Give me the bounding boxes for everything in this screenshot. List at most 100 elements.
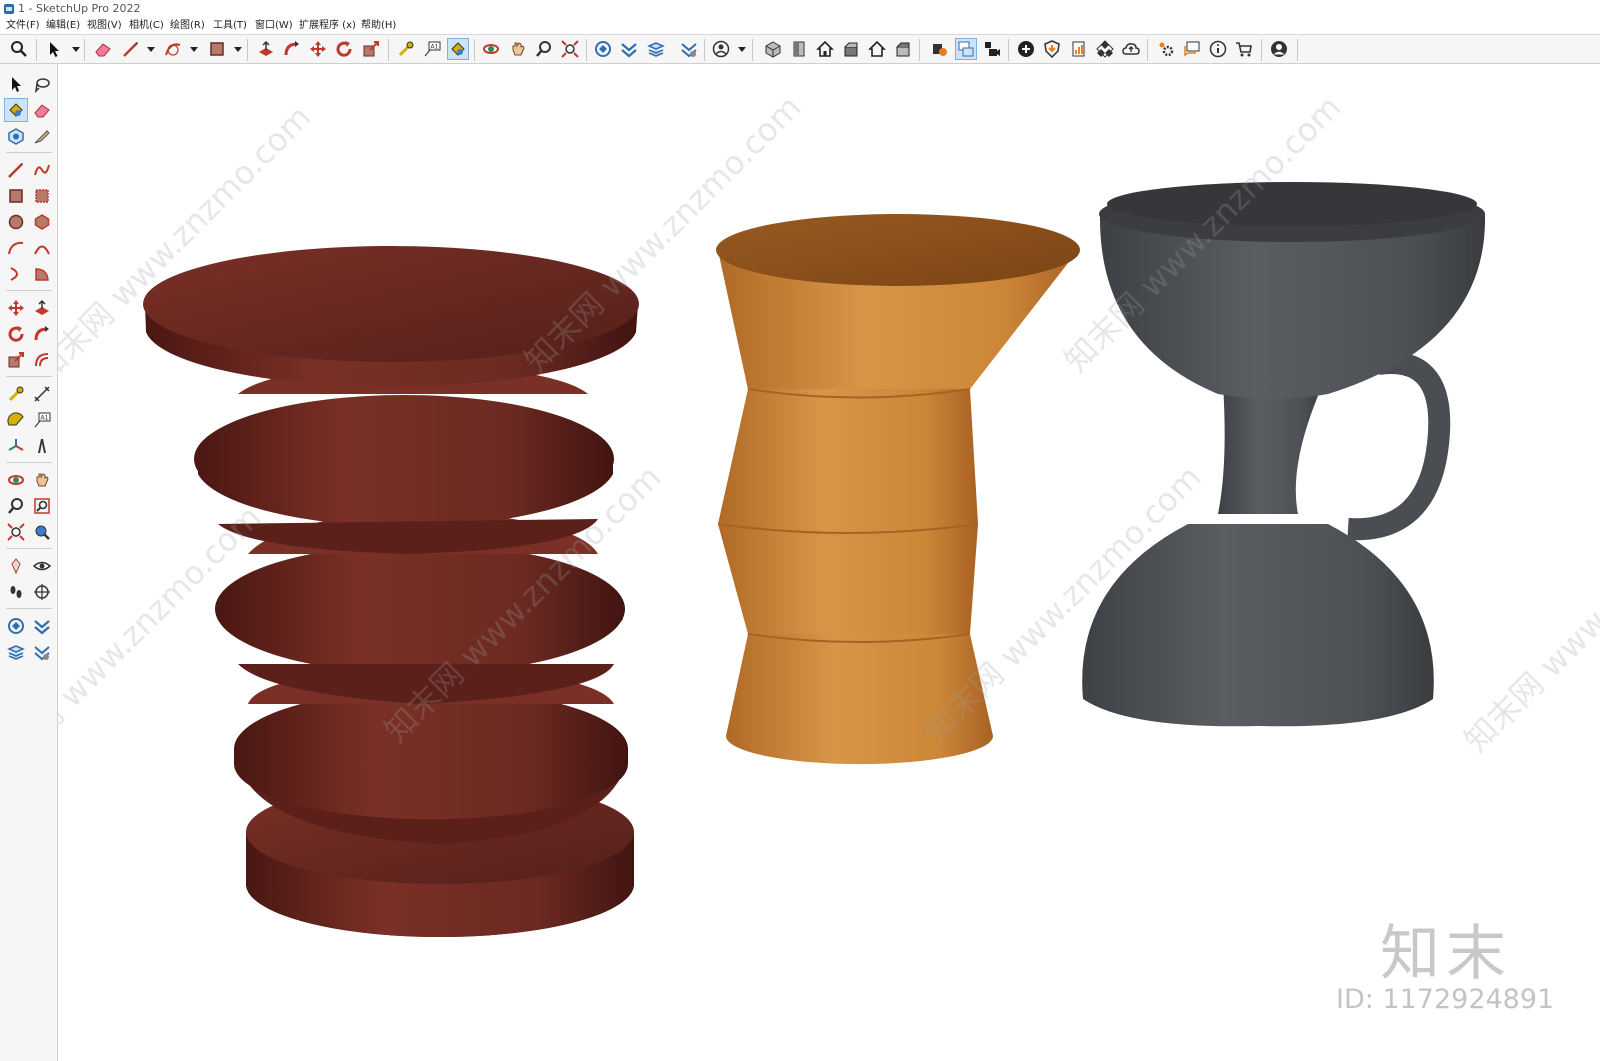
menu-window[interactable]: 窗口(W)	[255, 18, 293, 34]
scale-tool-button[interactable]	[4, 348, 28, 372]
axes-tool-button[interactable]	[4, 434, 28, 458]
protractor-tool-button[interactable]	[4, 408, 28, 432]
text-tool-button[interactable]: A1	[30, 408, 54, 432]
user-button[interactable]	[710, 38, 732, 60]
rectangle-button[interactable]	[206, 38, 228, 60]
pan-tool-button[interactable]	[30, 468, 54, 492]
rotate-button[interactable]	[333, 38, 355, 60]
chevron-down-icon[interactable]	[72, 47, 80, 52]
right-view-button[interactable]	[840, 38, 862, 60]
menu-help[interactable]: 帮助(H)	[361, 18, 396, 34]
iso-view-button[interactable]	[762, 38, 784, 60]
left-view-button[interactable]	[892, 38, 914, 60]
tape-measure-button[interactable]	[395, 38, 417, 60]
eraser-tool-button[interactable]	[30, 98, 54, 122]
line-tool-button[interactable]	[4, 158, 28, 182]
walk-tool-button[interactable]	[4, 580, 28, 604]
shield-button[interactable]	[1041, 38, 1063, 60]
warehouse-tool-button[interactable]	[4, 614, 28, 638]
circle-tool-button[interactable]	[4, 210, 28, 234]
zoom-tool-button[interactable]	[4, 494, 28, 518]
arc-button[interactable]	[162, 38, 184, 60]
follow-me-button[interactable]	[281, 38, 303, 60]
previous-view-tool-button[interactable]	[30, 520, 54, 544]
zoom-window-tool-button[interactable]	[30, 494, 54, 518]
cart-button[interactable]	[1233, 38, 1255, 60]
account-button[interactable]	[1268, 38, 1290, 60]
menu-edit[interactable]: 编辑(E)	[46, 18, 80, 34]
tag-tool-button[interactable]	[30, 124, 54, 148]
sandbox-tool-button[interactable]	[30, 640, 54, 664]
chat-button[interactable]	[1181, 38, 1203, 60]
checker-button[interactable]	[1094, 38, 1116, 60]
orbit-tool-button[interactable]	[4, 468, 28, 492]
orange-hourglass-stool[interactable]	[716, 214, 1080, 765]
add-button[interactable]	[1015, 38, 1037, 60]
3d-scene[interactable]: 知末网 www.znzmo.com 知末网 www.znzmo.com 知末网 …	[58, 64, 1600, 1061]
follow-me-tool-button[interactable]	[30, 322, 54, 346]
lasso-tool-button[interactable]	[30, 72, 54, 96]
push-pull-tool-button[interactable]	[30, 296, 54, 320]
paint-bucket-button[interactable]	[447, 38, 469, 60]
zoom-extents-tool-button[interactable]	[4, 520, 28, 544]
section-plane-tool-button[interactable]	[30, 580, 54, 604]
settings-button[interactable]	[1155, 38, 1177, 60]
extension-warehouse-tool-button[interactable]	[30, 614, 54, 638]
section-plane-button[interactable]	[928, 38, 950, 60]
select-tool-button[interactable]	[4, 72, 28, 96]
text-button[interactable]: A1	[421, 38, 443, 60]
rotated-rectangle-tool-button[interactable]	[30, 184, 54, 208]
arc-tool-button[interactable]	[4, 236, 28, 260]
push-pull-button[interactable]	[255, 38, 277, 60]
front-view-button[interactable]	[814, 38, 836, 60]
zoom-button[interactable]	[533, 38, 555, 60]
report-button[interactable]	[1068, 38, 1090, 60]
move-button[interactable]	[307, 38, 329, 60]
search-button[interactable]	[8, 38, 30, 60]
rectangle-tool-button[interactable]	[4, 184, 28, 208]
three-point-arc-tool-button[interactable]	[4, 262, 28, 286]
camera-button[interactable]	[981, 38, 1003, 60]
back-view-button[interactable]	[866, 38, 888, 60]
warehouse-button[interactable]	[592, 38, 614, 60]
sandbox-button[interactable]	[678, 38, 700, 60]
layers-button[interactable]	[645, 38, 667, 60]
menu-file[interactable]: 文件(F)	[6, 18, 40, 34]
three-d-text-tool-button[interactable]	[30, 434, 54, 458]
move-tool-button[interactable]	[4, 296, 28, 320]
line-button[interactable]	[120, 38, 142, 60]
paint-tool-button[interactable]	[4, 98, 28, 122]
component-tool-button[interactable]	[4, 124, 28, 148]
top-view-button[interactable]	[788, 38, 810, 60]
layers-tool-button[interactable]	[4, 640, 28, 664]
polygon-tool-button[interactable]	[30, 210, 54, 234]
eraser-button[interactable]	[92, 38, 114, 60]
menu-extensions[interactable]: 扩展程序 (x)	[299, 18, 356, 34]
pie-tool-button[interactable]	[30, 262, 54, 286]
dimension-tool-button[interactable]	[30, 382, 54, 406]
rotate-tool-button[interactable]	[4, 322, 28, 346]
gray-goblet-stool[interactable]	[1082, 182, 1486, 727]
chevron-down-icon[interactable]	[738, 47, 746, 52]
menu-tools[interactable]: 工具(T)	[213, 18, 247, 34]
select-button[interactable]	[44, 38, 66, 60]
tape-measure-tool-button[interactable]	[4, 382, 28, 406]
extension-warehouse-button[interactable]	[618, 38, 640, 60]
chevron-down-icon[interactable]	[190, 47, 198, 52]
menu-draw[interactable]: 绘图(R)	[170, 18, 205, 34]
two-point-arc-tool-button[interactable]	[30, 236, 54, 260]
chevron-down-icon[interactable]	[234, 47, 242, 52]
menu-camera[interactable]: 相机(C)	[129, 18, 164, 34]
menu-view[interactable]: 视图(V)	[87, 18, 122, 34]
look-around-tool-button[interactable]	[30, 554, 54, 578]
position-camera-tool-button[interactable]	[4, 554, 28, 578]
orbit-button[interactable]	[480, 38, 502, 60]
layout-button[interactable]	[955, 38, 977, 60]
info-button[interactable]	[1207, 38, 1229, 60]
zoom-extents-button[interactable]	[559, 38, 581, 60]
pan-button[interactable]	[507, 38, 529, 60]
offset-tool-button[interactable]	[30, 348, 54, 372]
scale-button[interactable]	[360, 38, 382, 60]
model-viewport[interactable]: 知末网 www.znzmo.com 知末网 www.znzmo.com 知末网 …	[58, 64, 1600, 1061]
chevron-down-icon[interactable]	[147, 47, 155, 52]
